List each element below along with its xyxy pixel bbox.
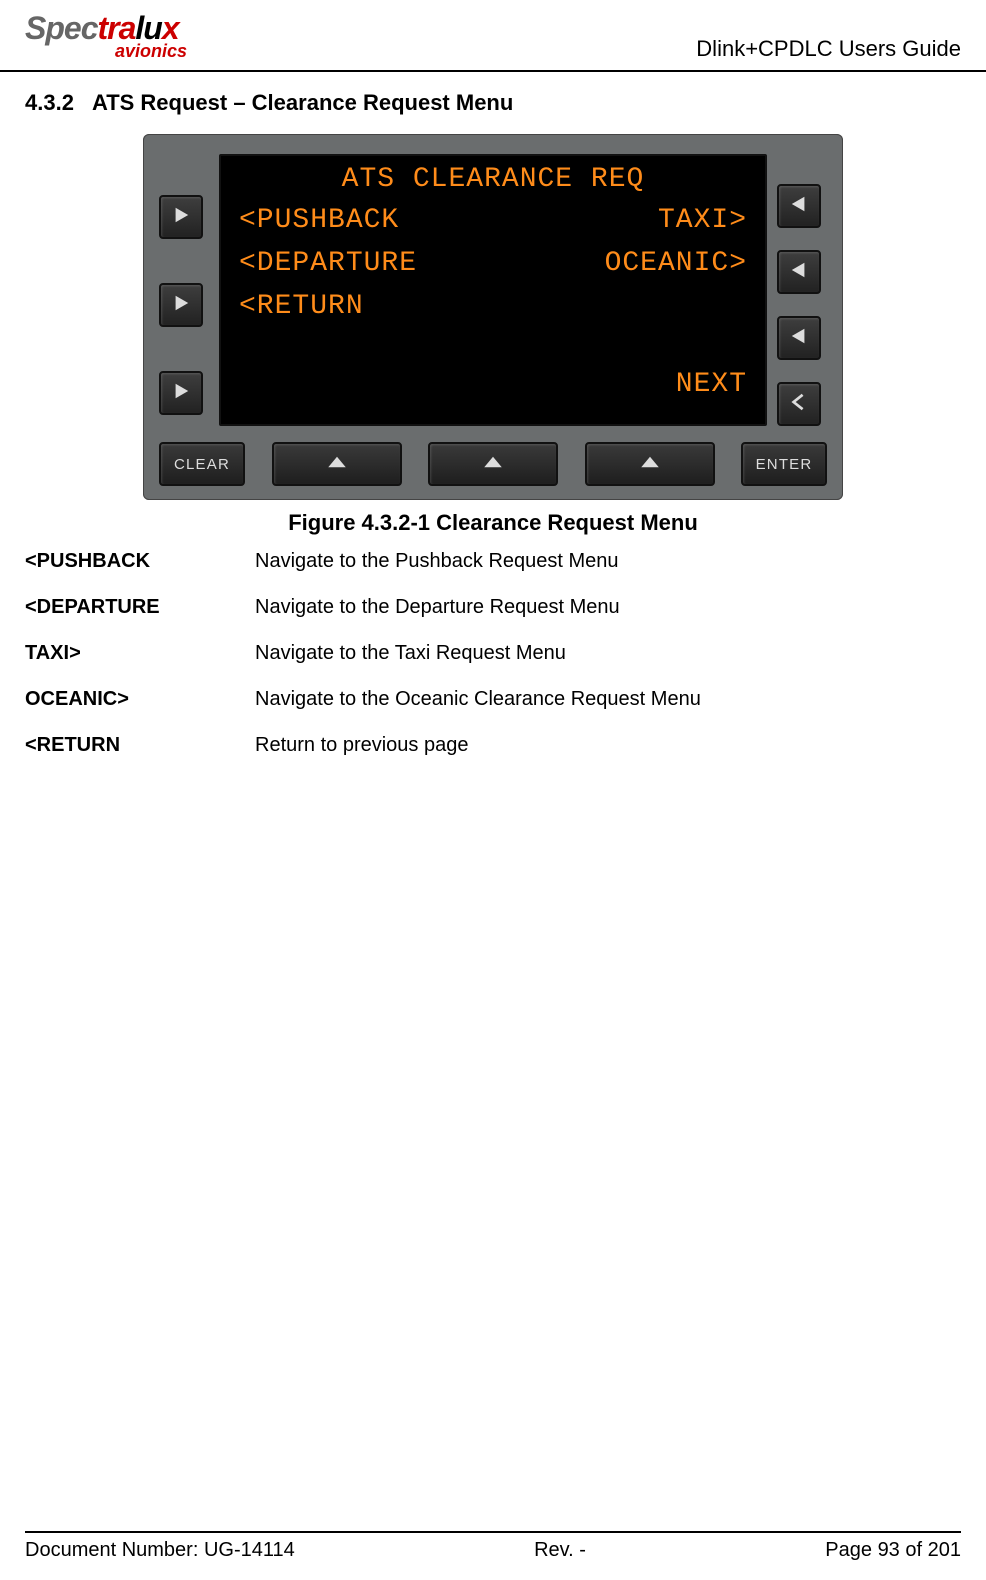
left-side-buttons — [159, 154, 209, 426]
footer-revision: Rev. - — [534, 1539, 586, 1562]
triangle-right-icon — [172, 206, 190, 229]
triangle-left-icon — [790, 261, 808, 284]
rocker-2[interactable] — [428, 442, 558, 486]
device-bezel: ATS CLEARANCE REQ <PUSHBACK TAXI> <DEPAR… — [143, 134, 843, 500]
right-lsk-2[interactable] — [777, 250, 821, 294]
enter-label: ENTER — [756, 456, 813, 473]
right-lsk-4[interactable] — [777, 382, 821, 426]
screen-taxi: TAXI> — [658, 205, 747, 236]
screen-return: <RETURN — [239, 291, 364, 322]
screen-oceanic: OCEANIC> — [605, 248, 747, 279]
definition-term: <DEPARTURE — [25, 594, 255, 620]
definition-term: TAXI> — [25, 640, 255, 666]
device-screen: ATS CLEARANCE REQ <PUSHBACK TAXI> <DEPAR… — [219, 154, 767, 426]
definition-row: TAXI> Navigate to the Taxi Request Menu — [25, 640, 961, 666]
definition-term: OCEANIC> — [25, 686, 255, 712]
document-title: Dlink+CPDLC Users Guide — [696, 36, 961, 62]
content-area: 4.3.2 ATS Request – Clearance Request Men… — [0, 72, 986, 758]
definition-term: <PUSHBACK — [25, 548, 255, 574]
right-lsk-1[interactable] — [777, 184, 821, 228]
definition-row: OCEANIC> Navigate to the Oceanic Clearan… — [25, 686, 961, 712]
definition-term: <RETURN — [25, 732, 255, 758]
page-footer: Document Number: UG-14114 Rev. - Page 93… — [25, 1531, 961, 1562]
triangle-left-icon — [790, 327, 808, 350]
screen-next: NEXT — [676, 369, 747, 400]
definition-desc: Navigate to the Pushback Request Menu — [255, 548, 961, 574]
left-lsk-3[interactable] — [159, 371, 203, 415]
device-top-row: ATS CLEARANCE REQ <PUSHBACK TAXI> <DEPAR… — [159, 154, 827, 426]
section-number: 4.3.2 — [25, 90, 74, 115]
definition-row: <PUSHBACK Navigate to the Pushback Reque… — [25, 548, 961, 574]
triangle-up-icon — [639, 455, 661, 473]
screen-pushback: <PUSHBACK — [239, 205, 399, 236]
footer-page: Page 93 of 201 — [825, 1539, 961, 1562]
right-side-buttons — [777, 154, 827, 426]
right-lsk-3[interactable] — [777, 316, 821, 360]
device-bottom-row: CLEAR ENTER — [159, 442, 827, 486]
screen-row-1: <PUSHBACK TAXI> — [239, 205, 747, 236]
logo-part-gray: Spec — [25, 10, 97, 46]
definition-desc: Navigate to the Departure Request Menu — [255, 594, 961, 620]
definition-row: <DEPARTURE Navigate to the Departure Req… — [25, 594, 961, 620]
section-title: ATS Request – Clearance Request Menu — [92, 90, 513, 115]
screen-row-3: <RETURN — [239, 291, 747, 322]
definition-desc: Return to previous page — [255, 732, 961, 758]
section-heading: 4.3.2 ATS Request – Clearance Request Men… — [25, 90, 961, 116]
footer-doc-number: Document Number: UG-14114 — [25, 1539, 295, 1562]
chevron-left-icon — [790, 393, 808, 416]
figure-caption: Figure 4.3.2-1 Clearance Request Menu — [288, 510, 698, 536]
enter-button[interactable]: ENTER — [741, 442, 827, 486]
screen-title: ATS CLEARANCE REQ — [239, 164, 747, 195]
logo: Spectralux avionics — [25, 10, 187, 62]
page-header: Spectralux avionics Dlink+CPDLC Users Gu… — [0, 0, 986, 72]
triangle-right-icon — [172, 294, 190, 317]
rocker-1[interactable] — [272, 442, 402, 486]
definitions-list: <PUSHBACK Navigate to the Pushback Reque… — [25, 548, 961, 758]
screen-row-2: <DEPARTURE OCEANIC> — [239, 248, 747, 279]
definition-desc: Navigate to the Taxi Request Menu — [255, 640, 961, 666]
clear-button[interactable]: CLEAR — [159, 442, 245, 486]
left-lsk-2[interactable] — [159, 283, 203, 327]
triangle-up-icon — [326, 455, 348, 473]
device-figure: ATS CLEARANCE REQ <PUSHBACK TAXI> <DEPAR… — [25, 134, 961, 536]
triangle-right-icon — [172, 382, 190, 405]
clear-label: CLEAR — [174, 456, 230, 473]
screen-nav-row: NEXT — [239, 369, 747, 400]
triangle-up-icon — [482, 455, 504, 473]
definition-row: <RETURN Return to previous page — [25, 732, 961, 758]
rocker-3[interactable] — [585, 442, 715, 486]
definition-desc: Navigate to the Oceanic Clearance Reques… — [255, 686, 961, 712]
screen-departure: <DEPARTURE — [239, 248, 417, 279]
logo-subtext: avionics — [115, 41, 187, 62]
left-lsk-1[interactable] — [159, 195, 203, 239]
triangle-left-icon — [790, 195, 808, 218]
